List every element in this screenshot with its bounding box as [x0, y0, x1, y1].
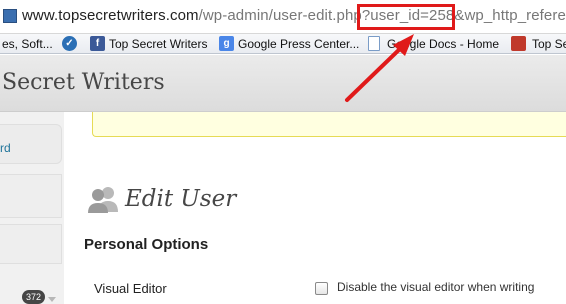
disable-visual-editor-checkbox[interactable]	[315, 282, 328, 295]
sidebar-item-dashboard[interactable]: rd	[0, 124, 62, 164]
chevron-down-icon[interactable]	[48, 297, 56, 302]
sidebar-item-label: rd	[0, 141, 11, 155]
section-heading: Personal Options	[84, 236, 209, 253]
bookmark-label: Top Secret Writers	[109, 37, 208, 51]
facebook-icon: f	[90, 36, 105, 51]
bookmark-label: Top Se	[532, 37, 566, 51]
document-icon	[368, 36, 380, 51]
site-favicon	[3, 9, 17, 23]
bookmark-item[interactable]: es, Soft...	[2, 37, 53, 52]
bookmark-item[interactable]: Google Docs - Home	[387, 37, 499, 52]
shield-icon[interactable]: ✓	[62, 36, 77, 51]
bookmark-label: es, Soft...	[2, 37, 53, 51]
wp-header: Secret Writers	[0, 55, 566, 112]
google-icon: g	[219, 36, 234, 51]
url-field[interactable]: www.topsecretwriters.com/wp-admin/user-e…	[22, 7, 566, 24]
bookmark-item[interactable]: Google Press Center...	[238, 37, 359, 52]
highlight-box	[357, 4, 455, 30]
checkbox-label[interactable]: Disable the visual editor when writing	[337, 280, 534, 294]
admin-notice	[92, 112, 566, 137]
bookmarks-bar: es, Soft... ✓ f Top Secret Writers g Goo…	[0, 34, 566, 54]
admin-sidebar: rd	[0, 112, 64, 304]
bookmark-item[interactable]: Top Se	[532, 37, 566, 52]
bookmark-icon	[511, 36, 526, 51]
bookmark-item[interactable]: Top Secret Writers	[109, 37, 207, 52]
bookmark-label: Google Press Center...	[238, 37, 360, 51]
users-icon	[88, 187, 118, 213]
site-title[interactable]: Secret Writers	[2, 70, 165, 95]
url-host: www.topsecretwriters.com	[22, 7, 199, 24]
sidebar-item[interactable]	[0, 224, 62, 264]
page-title: Edit User	[125, 186, 237, 212]
visual-editor-label: Visual Editor	[94, 281, 167, 296]
sidebar-item[interactable]	[0, 174, 62, 218]
address-bar[interactable]: www.topsecretwriters.com/wp-admin/user-e…	[0, 0, 566, 34]
bookmark-label: Google Docs - Home	[387, 37, 500, 51]
update-count-badge: 372	[22, 290, 46, 304]
